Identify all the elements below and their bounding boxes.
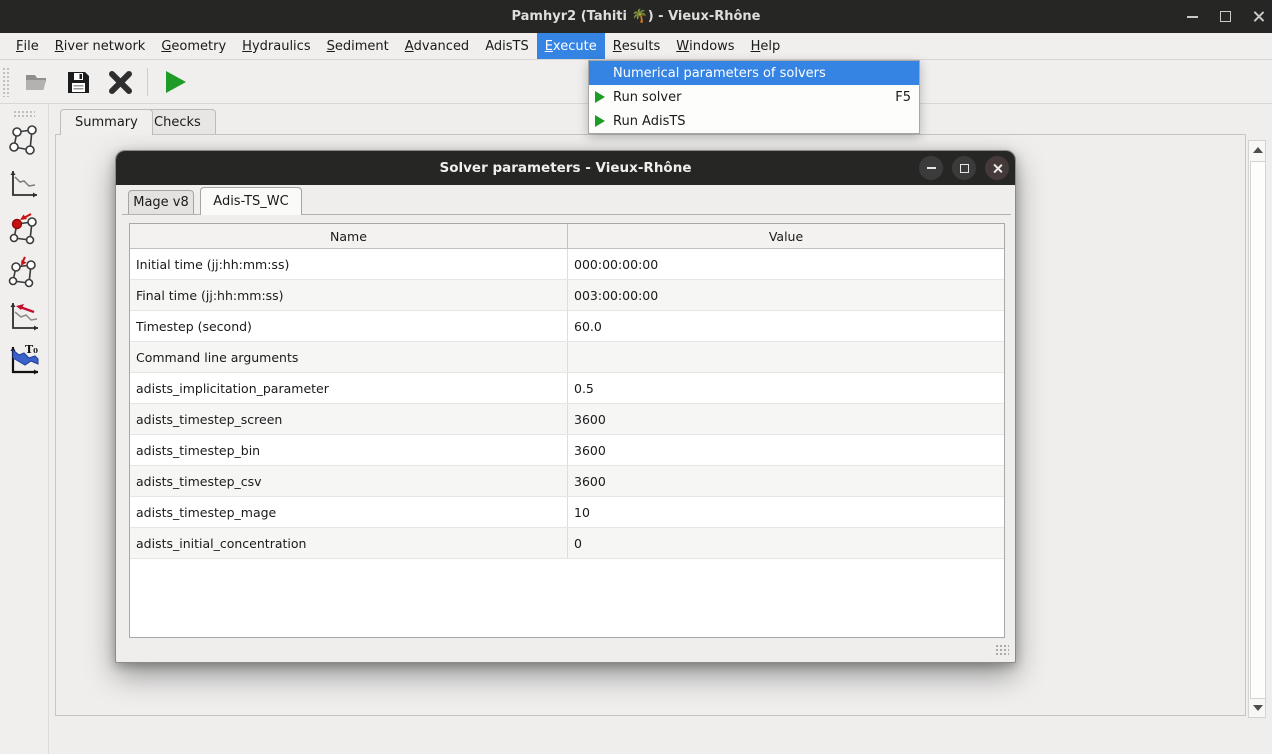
dialog-maximize-icon[interactable] <box>952 156 976 180</box>
table-row[interactable]: Final time (jj:hh:mm:ss)003:00:00:00 <box>130 280 1004 311</box>
resize-grip[interactable] <box>995 644 1009 656</box>
dialog-minimize-icon[interactable] <box>919 156 943 180</box>
menu-windows[interactable]: Windows <box>668 33 742 59</box>
svg-text:T₀: T₀ <box>25 343 38 356</box>
table-row[interactable]: adists_timestep_bin3600 <box>130 435 1004 466</box>
menu-help[interactable]: Help <box>743 33 789 59</box>
menu-results[interactable]: Results <box>605 33 669 59</box>
left-toolbar-drag-handle[interactable] <box>13 110 35 117</box>
menu-item-numerical-parameters[interactable]: Numerical parameters of solvers <box>589 61 919 85</box>
menu-sediment[interactable]: Sediment <box>319 33 397 59</box>
table-row[interactable]: adists_timestep_csv3600 <box>130 466 1004 497</box>
play-icon <box>595 91 605 103</box>
window-controls <box>1187 0 1264 33</box>
table-row[interactable]: adists_timestep_mage10 <box>130 497 1004 528</box>
table-row[interactable]: Command line arguments <box>130 342 1004 373</box>
close-icon[interactable] <box>1253 11 1264 22</box>
column-header-value[interactable]: Value <box>568 224 1004 248</box>
open-folder-icon[interactable] <box>21 67 51 97</box>
left-toolbar: T₀ <box>0 104 49 754</box>
dialog-close-icon[interactable] <box>985 156 1009 180</box>
current-reach-icon[interactable] <box>7 210 41 246</box>
scroll-up-icon[interactable] <box>1253 147 1263 153</box>
parameters-table: Name Value Initial time (jj:hh:mm:ss)000… <box>129 223 1005 638</box>
menu-file[interactable]: File <box>8 33 47 59</box>
tab-summary[interactable]: Summary <box>60 109 153 135</box>
window-title: Pamhyr2 (Tahiti 🌴) - Vieux-Rhône <box>0 0 1272 33</box>
maximize-icon[interactable] <box>1220 11 1231 22</box>
execute-menu: Numerical parameters of solvers Run solv… <box>588 60 920 134</box>
close-study-icon[interactable] <box>105 67 135 97</box>
toolbar-drag-handle[interactable] <box>2 67 9 97</box>
scrollbar-thumb[interactable] <box>1250 161 1266 699</box>
window-titlebar: Pamhyr2 (Tahiti 🌴) - Vieux-Rhône <box>0 0 1272 33</box>
table-row[interactable]: adists_timestep_screen3600 <box>130 404 1004 435</box>
dialog-tab-mage[interactable]: Mage v8 <box>128 190 194 214</box>
shortcut-label: F5 <box>895 90 911 105</box>
solver-parameters-dialog: Solver parameters - Vieux-Rhône Mage v8 … <box>115 150 1016 663</box>
menu-item-run-adists[interactable]: Run AdisTS <box>589 109 919 133</box>
table-row[interactable]: Initial time (jj:hh:mm:ss)000:00:00:00 <box>130 249 1004 280</box>
dialog-titlebar[interactable]: Solver parameters - Vieux-Rhône <box>116 151 1015 185</box>
table-row[interactable]: adists_implicitation_parameter0.5 <box>130 373 1004 404</box>
table-row[interactable]: adists_initial_concentration0 <box>130 528 1004 559</box>
menu-advanced[interactable]: Advanced <box>397 33 477 59</box>
menu-geometry[interactable]: Geometry <box>153 33 234 59</box>
play-icon <box>595 115 605 127</box>
menu-adists[interactable]: AdisTS <box>477 33 537 59</box>
minimize-icon[interactable] <box>1187 16 1198 18</box>
table-header: Name Value <box>130 224 1004 249</box>
dialog-tab-adists[interactable]: Adis-TS_WC <box>200 187 302 215</box>
river-network-icon[interactable] <box>7 122 41 158</box>
add-node-icon[interactable] <box>7 254 41 290</box>
menubar: File River network Geometry Hydraulics S… <box>0 33 1272 60</box>
scroll-down-icon[interactable] <box>1253 705 1263 711</box>
menu-river-network[interactable]: River network <box>47 33 154 59</box>
toolbar-separator <box>147 68 148 96</box>
run-icon[interactable] <box>160 67 190 97</box>
menu-hydraulics[interactable]: Hydraulics <box>234 33 318 59</box>
hydrograph-icon[interactable] <box>7 166 41 202</box>
menu-item-run-solver[interactable]: Run solver F5 <box>589 85 919 109</box>
menu-execute[interactable]: Execute <box>537 33 605 59</box>
reverse-profile-icon[interactable] <box>7 298 41 334</box>
column-header-name[interactable]: Name <box>130 224 568 248</box>
table-row[interactable]: Timestep (second)60.0 <box>130 311 1004 342</box>
application-window: Pamhyr2 (Tahiti 🌴) - Vieux-Rhône File Ri… <box>0 0 1272 754</box>
save-icon[interactable] <box>63 67 93 97</box>
initial-conditions-icon[interactable]: T₀ <box>7 342 41 378</box>
vertical-scrollbar[interactable] <box>1248 140 1266 718</box>
dialog-title: Solver parameters - Vieux-Rhône <box>116 151 1015 185</box>
